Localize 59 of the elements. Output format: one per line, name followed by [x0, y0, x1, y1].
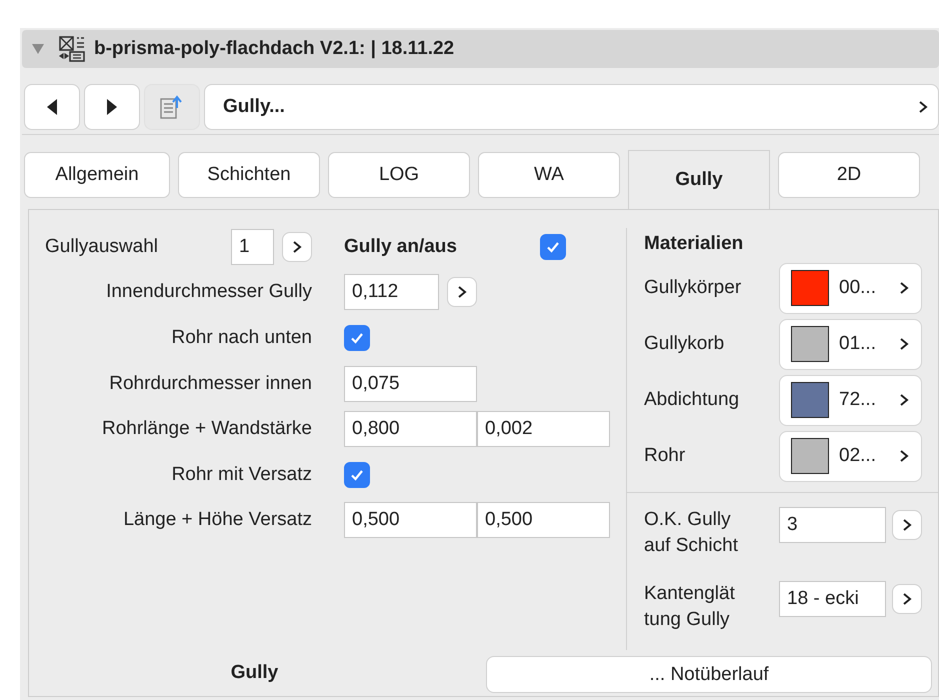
field-label: Abdichtung [644, 389, 740, 411]
input-field[interactable]: 0,112 [344, 274, 439, 310]
chevron-right-icon [899, 449, 909, 463]
right-triangle-icon [105, 98, 119, 116]
tab[interactable]: LOG [328, 152, 470, 198]
chevron-right-icon [457, 285, 467, 300]
field-label: Rohr nach unten [170, 326, 312, 349]
arrow-button[interactable] [447, 277, 477, 308]
back-button[interactable] [24, 84, 80, 130]
material-button[interactable]: 00... [779, 262, 922, 314]
input-field[interactable]: 1 [231, 228, 274, 265]
material-button[interactable]: 72... [779, 374, 922, 426]
field-label: Gullyauswahl [45, 236, 159, 258]
arrow-button[interactable] [892, 584, 922, 614]
material-button[interactable]: 02... [779, 430, 922, 482]
input-field[interactable]: 0,075 [344, 366, 477, 402]
field-label: Rohr mit Versatz [170, 464, 312, 486]
tab[interactable]: ... Notüberlauf [486, 656, 932, 693]
panel-title: b-prisma-poly-flachdach V2.1: | 18.11.22 [94, 38, 454, 60]
checkbox[interactable] [344, 462, 370, 488]
field-label: Gully an/aus [344, 236, 458, 258]
input-field[interactable]: 0,500 [344, 502, 477, 538]
field-label: O.K. Gully auf Schicht [644, 508, 739, 558]
page-path-button[interactable]: Gully... [204, 84, 939, 130]
checkbox[interactable] [344, 324, 370, 351]
chevron-right-icon [902, 518, 912, 532]
field-label: Rohrlänge + Wandstärke [101, 418, 312, 440]
left-triangle-icon [45, 98, 59, 116]
checkbox[interactable] [540, 234, 566, 260]
tab[interactable]: Schichten [178, 152, 320, 198]
chevron-right-icon [902, 592, 912, 606]
section-title: Materialien [644, 232, 744, 256]
chevron-right-icon [292, 240, 302, 254]
input-field[interactable]: 3 [779, 507, 886, 543]
arrow-button[interactable] [282, 232, 312, 262]
field-label: Kantenglät tung Gully [644, 582, 736, 632]
tab[interactable]: Allgemein [24, 152, 170, 198]
tab[interactable]: Gully [29, 650, 480, 696]
input-field[interactable]: 0,002 [477, 411, 610, 448]
chevron-right-icon [899, 337, 909, 351]
tab[interactable]: WA [478, 152, 620, 198]
tab[interactable]: Gully [628, 150, 770, 209]
input-field[interactable]: 0,800 [344, 411, 477, 448]
field-label: Gullykörper [644, 277, 742, 299]
forward-button[interactable] [84, 84, 140, 130]
object-settings-icon [58, 35, 86, 63]
field-label: Gullykorb [644, 333, 726, 355]
input-field[interactable]: 18 - ecki [779, 581, 886, 617]
chevron-right-icon [899, 393, 909, 407]
tab[interactable]: 2D [778, 152, 920, 198]
field-label: Länge + Höhe Versatz [122, 509, 312, 532]
field-label: Rohrdurchmesser innen [108, 372, 312, 395]
material-button[interactable]: 01... [779, 318, 922, 370]
field-label: Rohr [644, 445, 686, 467]
field-label: Innendurchmesser Gully [105, 281, 312, 304]
input-field[interactable]: 0,500 [477, 502, 610, 538]
chevron-right-icon [899, 281, 909, 295]
arrow-button[interactable] [892, 510, 922, 540]
chevron-right-icon [918, 100, 928, 114]
